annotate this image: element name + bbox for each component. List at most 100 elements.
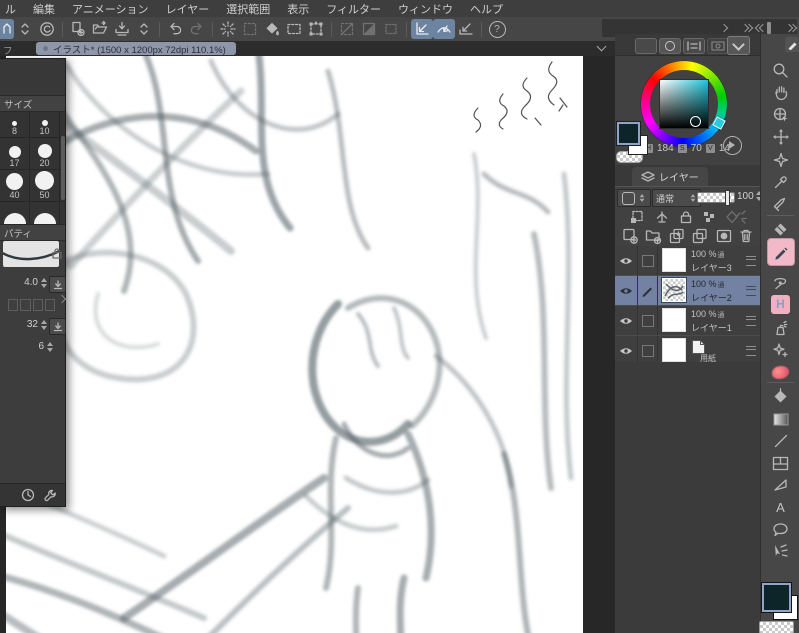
pressure-option-4[interactable] (44, 299, 56, 311)
frame-border-tool[interactable] (761, 453, 799, 473)
pressure-more-icon[interactable] (57, 294, 67, 309)
layer-thumbnail[interactable] (662, 278, 686, 302)
h-value[interactable]: 184 (657, 143, 674, 154)
main-foreground-swatch[interactable] (761, 582, 792, 613)
visibility-eye-icon[interactable] (615, 336, 638, 365)
row-menu-icon[interactable] (746, 256, 756, 266)
transform-button[interactable] (305, 19, 327, 39)
visibility-eye-icon[interactable] (615, 276, 638, 305)
brush-size-20[interactable]: 20 (30, 138, 60, 169)
menu-help[interactable]: ヘルプ (470, 1, 503, 17)
brush-size-partial[interactable] (0, 202, 30, 224)
panel-collapse-button[interactable] (727, 36, 750, 55)
s-value[interactable]: 70 (691, 143, 702, 154)
layer-mask-button[interactable] (715, 227, 733, 245)
overflow-next-icon[interactable] (719, 23, 729, 33)
hand-tool[interactable] (761, 82, 799, 102)
blend-color-tool[interactable] (761, 362, 799, 382)
brush-size-value[interactable]: 4.0 (8, 277, 38, 288)
opacity-slider-handle[interactable] (725, 190, 730, 206)
color-mode-toggle-button[interactable] (723, 136, 742, 155)
row-menu-icon[interactable] (746, 286, 756, 296)
deselect-button[interactable] (217, 19, 239, 39)
fill-button[interactable] (261, 19, 283, 39)
layers-tab[interactable]: レイヤー (632, 167, 708, 186)
stabilization-value[interactable]: 6 (14, 341, 44, 352)
eraser-tool[interactable] (761, 219, 799, 239)
snap-to-special-ruler-button[interactable] (433, 19, 455, 39)
layer-row-1[interactable]: 100 %通 レイヤー1 (615, 306, 760, 336)
correct-line-tool[interactable] (761, 541, 799, 561)
visibility-eye-icon[interactable] (615, 306, 638, 335)
text-tool[interactable]: A (761, 497, 799, 517)
toolbar-expander-icon[interactable] (14, 19, 36, 39)
zoom-tool[interactable] (761, 60, 799, 80)
main-transparent-swatch[interactable] (759, 621, 794, 633)
decoration-tool[interactable] (761, 340, 799, 360)
size-scrollbar[interactable] (61, 136, 65, 200)
select-rectangle-button[interactable] (283, 19, 305, 39)
h-brush-tool[interactable]: H (761, 294, 799, 314)
rotate-canvas-tool[interactable] (761, 105, 799, 125)
brush-size-10[interactable]: 10 (30, 112, 60, 137)
menu-view[interactable]: 表示 (287, 1, 309, 17)
ruler-icon[interactable] (726, 209, 750, 225)
polyline-tool[interactable] (761, 475, 799, 495)
reference-layer-icon[interactable] (654, 209, 670, 225)
brush-size-40[interactable]: 40 (0, 170, 30, 201)
move-layer-tool[interactable] (761, 127, 799, 147)
edit-target-checkbox[interactable] (638, 306, 658, 335)
eyedropper-tool[interactable] (761, 172, 799, 192)
menu-animation[interactable]: アニメーション (72, 1, 149, 17)
selection-half-button[interactable] (358, 19, 380, 39)
brush-size-17[interactable]: 17 (0, 138, 30, 169)
delete-layer-button[interactable] (738, 227, 754, 245)
layer-thumbnail[interactable] (662, 308, 686, 332)
new-folder-button[interactable] (644, 227, 662, 245)
menu-window[interactable]: ウィンドウ (398, 1, 453, 17)
selection-border-off-button[interactable] (336, 19, 358, 39)
palette-color-combo[interactable] (617, 189, 651, 207)
snap-to-ruler-button[interactable] (411, 19, 433, 39)
lock-layer-icon[interactable] (679, 210, 693, 224)
stabilization-stepper[interactable] (46, 341, 54, 353)
brush-size-partial[interactable] (30, 202, 60, 224)
reselect-button[interactable] (239, 19, 261, 39)
pressure-option-1[interactable] (8, 299, 19, 311)
airbrush-tool[interactable] (761, 318, 799, 338)
layer-row-3[interactable]: 100 %通 レイヤー3 (615, 246, 760, 276)
menu-layer[interactable]: レイヤー (166, 1, 210, 17)
menu-filter[interactable]: フィルター (326, 1, 381, 17)
history-icon[interactable] (21, 488, 35, 502)
clip-to-layer-icon[interactable] (629, 209, 645, 225)
fill-tool[interactable] (761, 386, 799, 406)
layer-thumbnail[interactable] (662, 248, 686, 272)
clip-studio-icon[interactable] (36, 19, 58, 39)
row-menu-icon[interactable] (746, 316, 756, 326)
new-canvas-button[interactable] (67, 19, 89, 39)
color-circle-tab[interactable] (659, 38, 681, 54)
opacity-value[interactable]: 32 (8, 319, 38, 330)
sv-selector-icon[interactable] (690, 116, 701, 127)
figure-line-tool[interactable] (761, 431, 799, 451)
drawing-canvas[interactable] (6, 56, 583, 633)
menu-file-fragment[interactable]: ル (5, 1, 16, 17)
redo-button[interactable] (186, 19, 208, 39)
strip-handle[interactable] (767, 22, 771, 34)
object-tool[interactable] (761, 150, 799, 170)
brush-size-8[interactable]: 8 (0, 112, 30, 137)
snap-to-grid-button[interactable] (455, 19, 477, 39)
palette-tab-fragment[interactable]: フ (3, 43, 13, 57)
brush-size-source-button[interactable] (49, 276, 66, 293)
transfer-to-lower-button[interactable] (668, 227, 686, 245)
open-file-button[interactable] (89, 19, 111, 39)
tab-list-chevron-icon[interactable] (596, 41, 607, 52)
pencil-tool-selected[interactable] (761, 237, 799, 267)
edit-target-checkbox[interactable] (638, 246, 658, 275)
menu-selection[interactable]: 選択範囲 (226, 1, 270, 17)
toolstrip-pen-tab-icon[interactable] (785, 37, 799, 52)
undo-button[interactable] (164, 19, 186, 39)
selection-dotted-button[interactable] (380, 19, 402, 39)
foreground-color-swatch[interactable] (616, 121, 641, 146)
opacity-slider[interactable] (697, 190, 735, 206)
